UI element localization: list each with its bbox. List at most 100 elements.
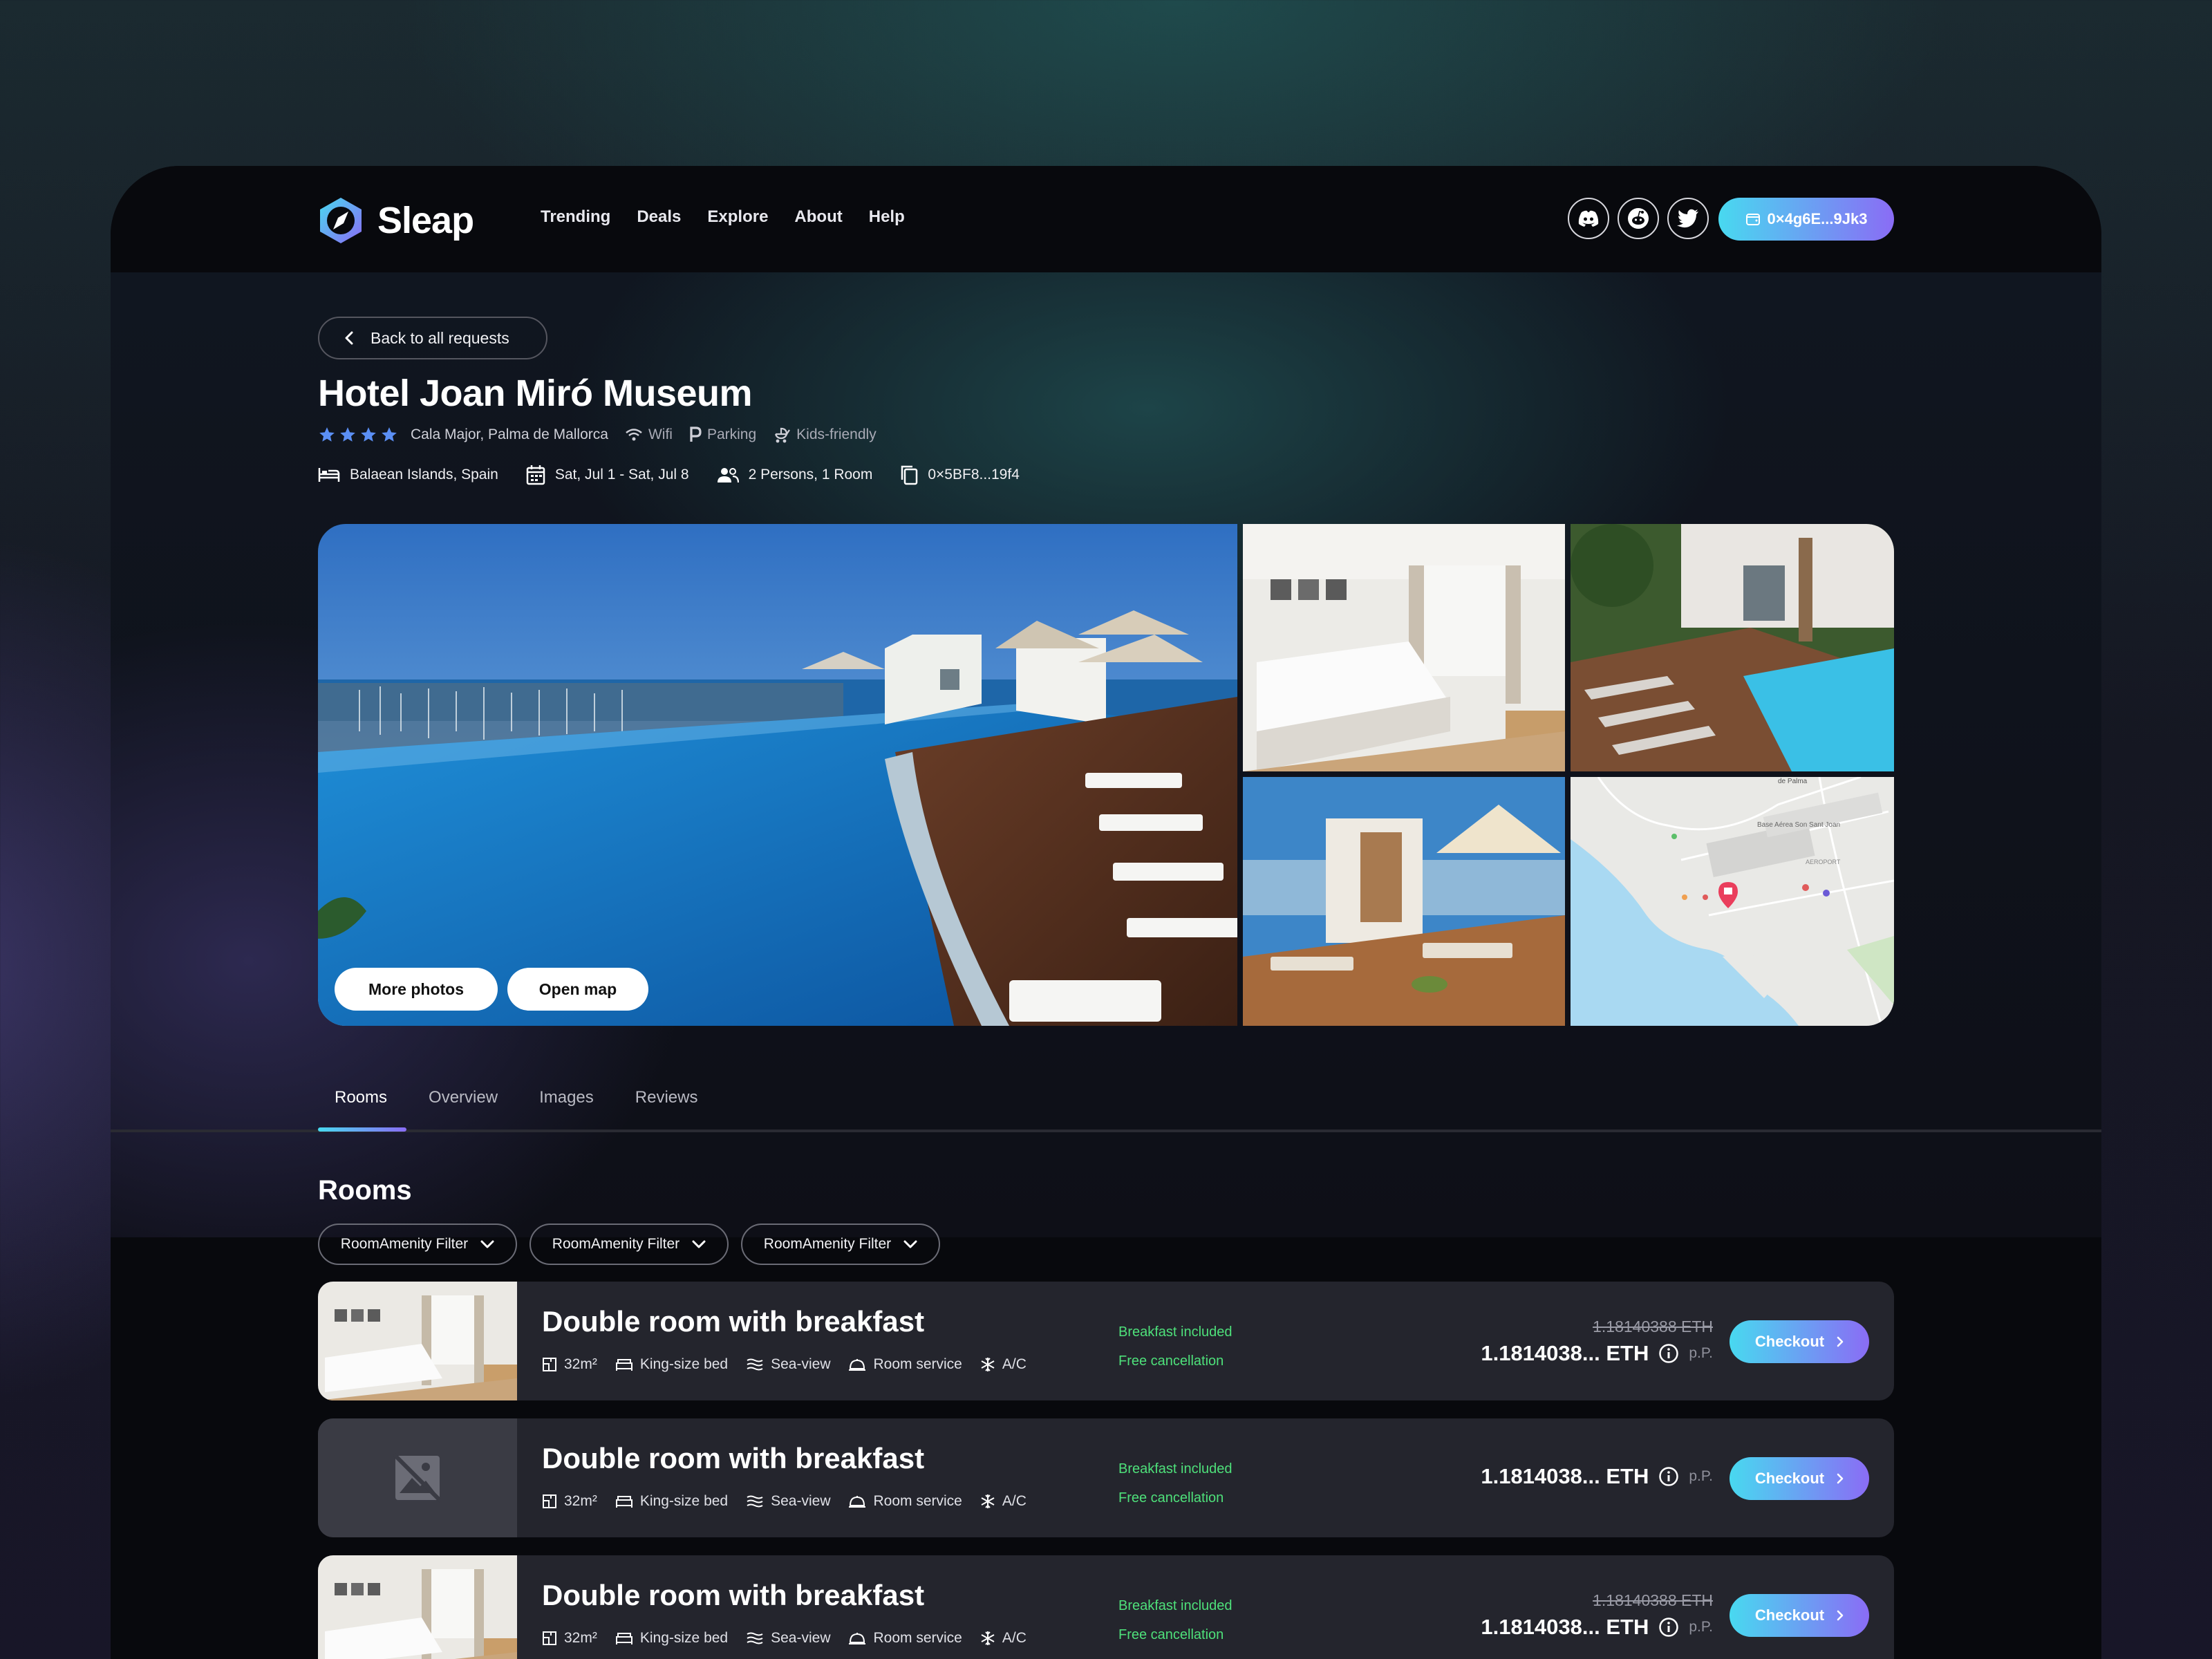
perk-cancellation: Free cancellation	[1118, 1353, 1224, 1369]
checkout-button[interactable]: Checkout	[1730, 1594, 1869, 1637]
feature-label: A/C	[1002, 1630, 1027, 1646]
map-label-palma: de Palma	[1778, 778, 1808, 785]
feature-ac: A/C	[980, 1630, 1027, 1647]
back-to-requests-button[interactable]: Back to all requests	[318, 317, 547, 359]
chevron-down-icon	[692, 1240, 706, 1248]
checkout-button[interactable]: Checkout	[1730, 1320, 1869, 1363]
star-icon	[382, 427, 397, 442]
room-perks: Breakfast included Free cancellation	[1118, 1591, 1232, 1649]
waves-icon	[747, 1358, 763, 1371]
room-card: Double room with breakfast 32m² King-siz…	[318, 1282, 1894, 1400]
cloche-icon	[849, 1359, 866, 1371]
checkout-button[interactable]: Checkout	[1730, 1457, 1869, 1500]
feature-label: 32m²	[564, 1630, 597, 1646]
more-photos-button[interactable]: More photos	[335, 968, 498, 1011]
filter-label: RoomAmenity Filter	[340, 1236, 469, 1252]
info-icon[interactable]	[1658, 1466, 1679, 1487]
tab-rooms[interactable]: Rooms	[335, 1088, 387, 1107]
brand-logo[interactable]: Sleap	[318, 196, 474, 245]
room-features: 32m² King-size bed Sea-view Room service…	[542, 1493, 1027, 1510]
feature-label: King-size bed	[639, 1493, 729, 1509]
wallet-button[interactable]: 0×4g6E...9Jk3	[1718, 198, 1894, 241]
photo-poolside[interactable]	[1571, 524, 1894, 771]
cloche-icon	[849, 1633, 866, 1644]
room-amenity-filter-2[interactable]: RoomAmenity Filter	[529, 1224, 729, 1265]
feature-size: 32m²	[542, 1356, 597, 1373]
tab-reviews[interactable]: Reviews	[635, 1088, 698, 1107]
room-thumbnail[interactable]	[318, 1282, 517, 1400]
feature-label: A/C	[1002, 1493, 1027, 1509]
hotel-meta-row: Cala Major, Palma de Mallorca Wifi Parki…	[318, 426, 877, 444]
feature-service: Room service	[848, 1493, 962, 1510]
wallet-address: 0×4g6E...9Jk3	[1767, 210, 1868, 227]
tab-images[interactable]: Images	[539, 1088, 594, 1107]
nav-link-trending[interactable]: Trending	[541, 207, 610, 227]
map-label-airport: AEROPORT	[1806, 859, 1841, 865]
room-filters: RoomAmenity Filter RoomAmenity Filter Ro…	[318, 1224, 940, 1265]
reddit-button[interactable]	[1618, 198, 1659, 239]
nav-link-explore[interactable]: Explore	[707, 207, 768, 227]
wallet-icon	[1745, 214, 1760, 225]
room-name: Double room with breakfast	[542, 1442, 925, 1474]
dates-text: Sat, Jul 1 - Sat, Jul 8	[554, 467, 689, 482]
active-tab-indicator	[318, 1127, 406, 1132]
feature-view: Sea-view	[746, 1630, 830, 1647]
terrace-photo	[1243, 777, 1565, 1026]
photo-terrace[interactable]	[1243, 777, 1565, 1026]
location-map[interactable]: de Palma Base Aérea Son Sant Joan AEROPO…	[1571, 777, 1894, 1026]
open-map-button[interactable]: Open map	[507, 968, 648, 1011]
waves-icon	[747, 1495, 763, 1508]
room-amenity-filter-1[interactable]: RoomAmenity Filter	[318, 1224, 517, 1265]
nav-link-deals[interactable]: Deals	[637, 207, 681, 227]
amenity-wifi: Wifi	[625, 427, 673, 443]
chevron-right-icon	[1837, 1336, 1844, 1347]
chevron-down-icon	[480, 1240, 494, 1248]
snowflake-icon	[981, 1494, 995, 1508]
room-perks: Breakfast included Free cancellation	[1118, 1454, 1232, 1512]
perk-breakfast: Breakfast included	[1118, 1324, 1232, 1340]
bedroom-photo	[1243, 524, 1565, 771]
chevron-down-icon	[903, 1240, 917, 1248]
feature-bed: King-size bed	[615, 1630, 728, 1647]
room-price: 1.1814038... ETH p.P.	[1481, 1341, 1713, 1366]
room-features: 32m² King-size bed Sea-view Room service…	[542, 1630, 1027, 1647]
original-price: 1.18140388 ETH	[1593, 1318, 1713, 1335]
discord-button[interactable]	[1568, 198, 1609, 239]
snowflake-icon	[981, 1358, 995, 1371]
feature-label: Sea-view	[771, 1356, 831, 1372]
info-icon[interactable]	[1658, 1617, 1679, 1638]
twitter-button[interactable]	[1667, 198, 1709, 239]
room-name: Double room with breakfast	[542, 1305, 925, 1338]
star-icon	[319, 427, 335, 442]
main-photo-pool[interactable]: More photos Open map	[318, 524, 1237, 1026]
request-id-info[interactable]: 0×5BF8...19f4	[900, 465, 1020, 485]
poolside-photo	[1571, 524, 1894, 771]
perk-cancellation: Free cancellation	[1118, 1627, 1224, 1642]
feature-label: King-size bed	[639, 1630, 729, 1646]
info-icon[interactable]	[1658, 1343, 1679, 1364]
region-text: Balaean Islands, Spain	[350, 467, 498, 482]
feature-size: 32m²	[542, 1493, 597, 1510]
photo-bedroom[interactable]	[1243, 524, 1565, 771]
feature-label: 32m²	[564, 1356, 597, 1372]
amenity-label: Kids-friendly	[796, 427, 877, 442]
tab-overview[interactable]: Overview	[429, 1088, 498, 1107]
filter-label: RoomAmenity Filter	[552, 1236, 680, 1252]
room-amenity-filter-3[interactable]: RoomAmenity Filter	[741, 1224, 940, 1265]
nav-links: Trending Deals Explore About Help	[541, 207, 905, 227]
booking-meta-row: Balaean Islands, Spain Sat, Jul 1 - Sat,…	[318, 465, 1047, 485]
nav-link-about[interactable]: About	[794, 207, 842, 227]
room-card: Double room with breakfast 32m² King-siz…	[318, 1555, 1894, 1659]
room-thumbnail[interactable]	[318, 1555, 517, 1659]
star-icon	[340, 427, 355, 442]
bed-icon	[615, 1496, 632, 1508]
amenity-label: Parking	[706, 427, 757, 442]
request-id-text: 0×5BF8...19f4	[928, 467, 1020, 482]
feature-service: Room service	[848, 1630, 962, 1647]
no-image-icon	[393, 1453, 442, 1503]
bed-icon	[615, 1359, 632, 1371]
nav-link-help[interactable]: Help	[869, 207, 905, 227]
room-features: 32m² King-size bed Sea-view Room service…	[542, 1356, 1027, 1373]
feature-view: Sea-view	[746, 1356, 830, 1373]
chevron-right-icon	[1837, 1473, 1844, 1484]
